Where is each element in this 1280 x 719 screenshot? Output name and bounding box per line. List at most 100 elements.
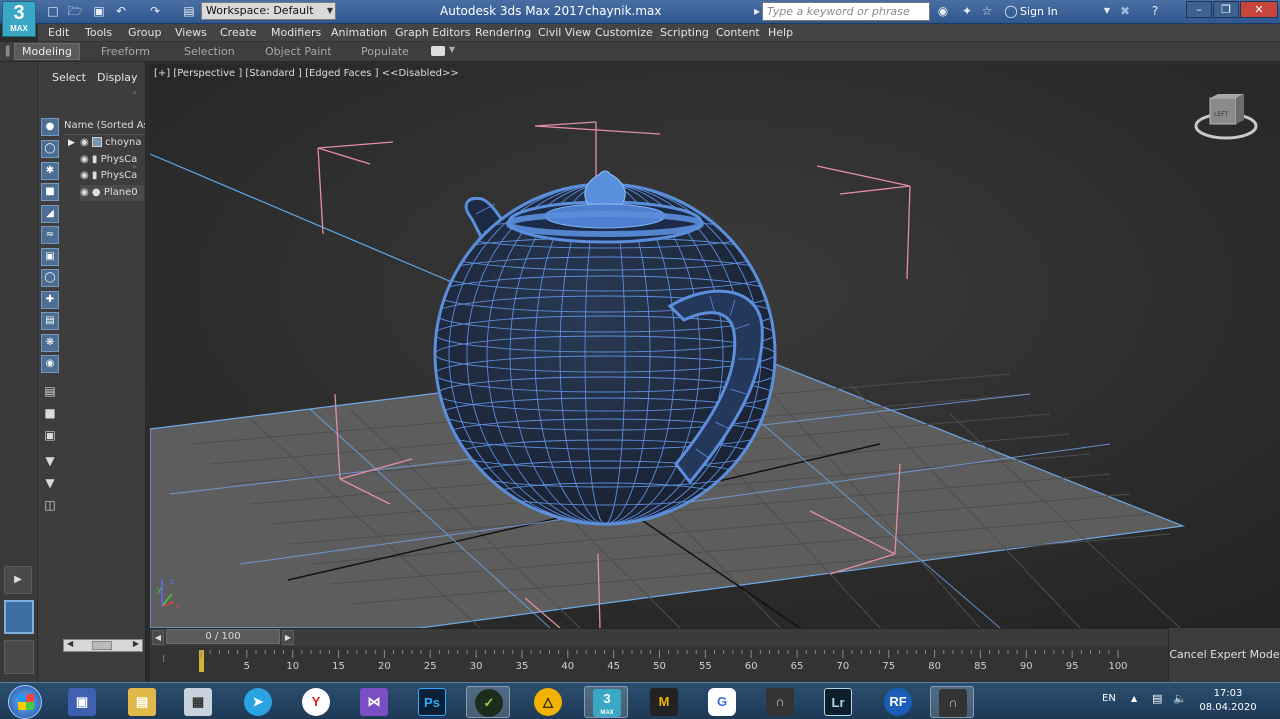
app-menu-button[interactable]: 3 MAX [2, 1, 36, 37]
visibility-filter-icon[interactable]: ◉ [41, 355, 59, 373]
spacewarps-filter-icon[interactable]: ≈ [41, 226, 59, 244]
taskbar-visual-studio[interactable]: ⋈ [352, 686, 396, 718]
menu-customize[interactable]: Customize [595, 26, 653, 39]
taskbar-maya-m[interactable]: M [642, 686, 686, 718]
menu-create[interactable]: Create [220, 26, 257, 39]
filter-icon[interactable]: ▼ [41, 474, 59, 492]
viewport-layout-icon[interactable] [4, 640, 34, 674]
scrollbar-thumb[interactable] [92, 641, 112, 650]
user-icon[interactable]: ◯ [1002, 3, 1020, 19]
explorer-column-header[interactable]: Name (Sorted Asc [64, 118, 145, 134]
tab-populate[interactable]: Populate [361, 45, 409, 58]
taskbar-g-app[interactable]: G [700, 686, 744, 718]
search-input[interactable]: Type a keyword or phrase [762, 2, 930, 21]
restore-button[interactable]: ❐ [1213, 1, 1239, 18]
list-item[interactable]: ◉ ▮ PhysCa [80, 152, 144, 168]
viewport-layout-active-icon[interactable] [4, 600, 34, 634]
new-file-icon[interactable]: □ [44, 3, 62, 19]
list-item[interactable]: ◉ ● Plane0 [80, 185, 144, 201]
taskbar-rf-app[interactable]: RF [876, 686, 920, 718]
geometry-filter-icon[interactable]: ● [41, 118, 59, 136]
eye-icon[interactable]: ◉ [80, 170, 89, 181]
menu-graph-editors[interactable]: Graph Editors [395, 26, 471, 39]
lights-filter-icon[interactable]: ✱ [41, 162, 59, 180]
menu-civil-view[interactable]: Civil View [538, 26, 591, 39]
clock[interactable]: 17:03 08.04.2020 [1198, 687, 1258, 715]
taskbar-lightroom[interactable]: Lr [816, 686, 860, 718]
containers-filter-icon[interactable]: ▤ [41, 312, 59, 330]
expand-triangle-icon[interactable]: ▶ [68, 138, 75, 148]
exchange-apps-icon[interactable]: ✖ [1116, 3, 1134, 19]
list-icon[interactable]: ▤ [41, 382, 59, 400]
particles-filter-icon[interactable]: ❋ [41, 334, 59, 352]
taskbar-arc-app[interactable]: ∩ [758, 686, 802, 718]
taskbar-arc-app-2[interactable]: ∩ [930, 686, 974, 718]
arrow-right-icon[interactable]: ▶ [133, 639, 139, 648]
eye-icon[interactable]: ◉ [80, 154, 89, 165]
project-folder-icon[interactable]: ▤ [180, 3, 198, 19]
tab-modeling[interactable]: Modeling [14, 43, 80, 60]
taskbar-telegram[interactable]: ➤ [236, 686, 280, 718]
menu-tools[interactable]: Tools [85, 26, 112, 39]
tray-expand-icon[interactable]: ▲ [1131, 694, 1137, 703]
square-icon[interactable]: ■ [41, 404, 59, 422]
bones-filter-icon[interactable]: ✚ [41, 291, 59, 309]
chevron-down-icon[interactable]: ▼ [449, 45, 455, 54]
frame-counter[interactable]: 0 / 100 [166, 629, 280, 644]
arrow-left-icon[interactable]: ◀ [152, 630, 164, 645]
explorer-scrollbar[interactable]: ◀ ▶ [63, 639, 143, 652]
close-button[interactable]: ✕ [1240, 1, 1278, 18]
taskbar-app-green[interactable]: ✓ [466, 686, 510, 718]
chevron-down-icon[interactable]: ▼ [1098, 3, 1116, 19]
frame-icon[interactable]: ▣ [41, 426, 59, 444]
list-item[interactable]: ◉ ▮ PhysCa [80, 168, 144, 184]
time-slider[interactable]: ◀ ▶ [150, 628, 1168, 646]
tab-object-paint[interactable]: Object Paint [265, 45, 332, 58]
tab-selection[interactable]: Selection [184, 45, 235, 58]
favorites-star-icon[interactable]: ☆ [978, 3, 996, 19]
cancel-expert-mode-button[interactable]: Cancel Expert Mode [1168, 628, 1280, 682]
sign-in-link[interactable]: Sign In [1020, 5, 1058, 18]
taskbar-save-app[interactable]: ▣ [60, 686, 104, 718]
taskbar-photoshop[interactable]: Ps [410, 686, 454, 718]
expand-panel-icon[interactable]: ▶ [4, 566, 32, 594]
ribbon-toggle-icon[interactable] [431, 46, 445, 56]
menu-content[interactable]: Content [716, 26, 760, 39]
helpers-filter-icon[interactable]: ◢ [41, 205, 59, 223]
undo-icon[interactable]: ↶ [112, 3, 130, 19]
taskbar-3dsmax[interactable]: 3 MAX [584, 686, 628, 718]
explorer-tab-display[interactable]: Display [97, 71, 138, 84]
layer-icon[interactable]: ◫ [41, 496, 59, 514]
menu-modifiers[interactable]: Modifiers [271, 26, 321, 39]
taskbar-explorer[interactable]: ▤ [120, 686, 164, 718]
save-icon[interactable]: ▣ [90, 3, 108, 19]
taskbar-archicad[interactable]: △ [526, 686, 570, 718]
explorer-tab-select[interactable]: Select [52, 71, 86, 84]
menu-group[interactable]: Group [128, 26, 162, 39]
list-item[interactable]: ◉ choyna [80, 135, 144, 151]
cameras-filter-icon[interactable]: ■ [41, 183, 59, 201]
language-indicator[interactable]: EN [1102, 693, 1116, 704]
perspective-viewport[interactable]: LEFT z y x [150, 64, 1280, 628]
menu-rendering[interactable]: Rendering [475, 26, 531, 39]
xrefs-filter-icon[interactable]: ◯ [41, 269, 59, 287]
menu-scripting[interactable]: Scripting [660, 26, 709, 39]
redo-icon[interactable]: ↷ [146, 3, 164, 19]
start-button[interactable] [8, 685, 42, 719]
workspace-dropdown[interactable]: Workspace: Default ▼ [201, 2, 336, 20]
binoculars-icon[interactable]: ◉ [934, 3, 952, 19]
eye-icon[interactable]: ◉ [80, 137, 89, 148]
filter-gear-icon[interactable]: ▼ [41, 452, 59, 470]
menu-views[interactable]: Views [175, 26, 207, 39]
shapes-filter-icon[interactable]: ◯ [41, 140, 59, 158]
arrow-right-icon[interactable]: ▶ [282, 630, 294, 645]
eye-icon[interactable]: ◉ [80, 187, 89, 198]
taskbar-calculator[interactable]: ▦ [176, 686, 220, 718]
open-folder-icon[interactable]: 🗁 [66, 3, 84, 19]
minimize-button[interactable]: – [1186, 1, 1212, 18]
menu-help[interactable]: Help [768, 26, 793, 39]
arrow-left-icon[interactable]: ◀ [67, 639, 73, 648]
tab-freeform[interactable]: Freeform [101, 45, 150, 58]
communication-center-icon[interactable]: ✦ [958, 3, 976, 19]
groups-filter-icon[interactable]: ▣ [41, 248, 59, 266]
